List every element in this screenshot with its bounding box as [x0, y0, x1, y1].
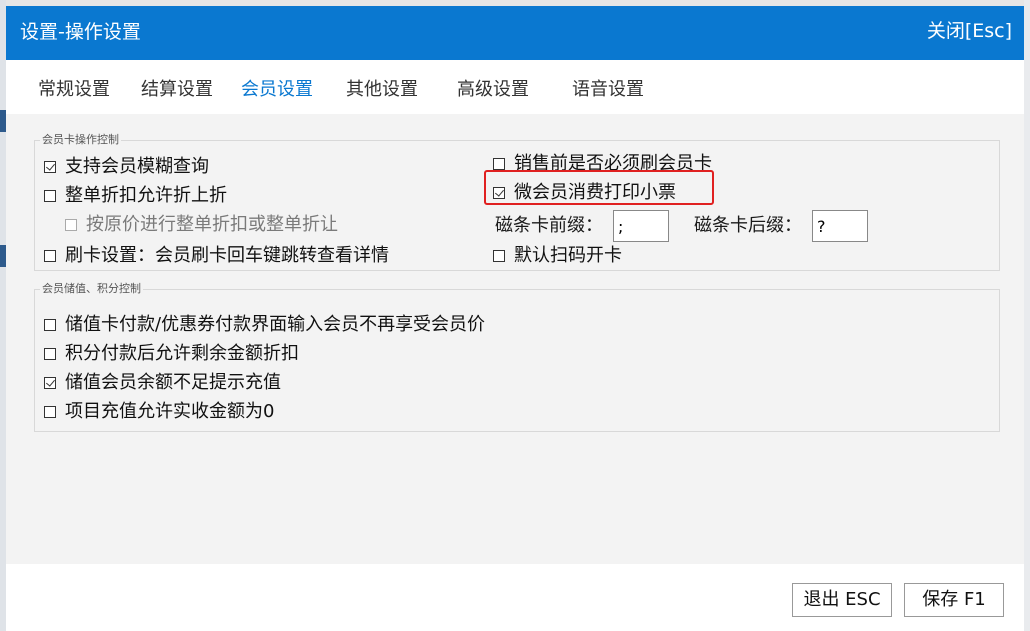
option-stacked-discount[interactable]: 整单折扣允许折上折 — [44, 184, 227, 208]
tab-other[interactable]: 其他设置 — [346, 78, 418, 102]
option-label: 默认扫码开卡 — [514, 245, 622, 266]
value-points-group-title: 会员储值、积分控制 — [40, 282, 143, 296]
checkbox-checked[interactable] — [44, 161, 56, 173]
tab-general[interactable]: 常规设置 — [38, 78, 110, 102]
dialog-footer: 退出 ESC 保存 F1 — [6, 564, 1024, 631]
background-app-right — [1024, 0, 1030, 631]
option-points-remaining-discount[interactable]: 积分付款后允许剩余金额折扣 — [44, 342, 299, 366]
option-recharge-zero-amount[interactable]: 项目充值允许实收金额为0 — [44, 400, 274, 424]
checkbox-unchecked[interactable] — [44, 406, 56, 418]
card-control-group-title: 会员卡操作控制 — [40, 133, 121, 147]
checkbox-disabled[interactable] — [65, 219, 77, 231]
checkbox-unchecked[interactable] — [44, 190, 56, 202]
option-label: 积分付款后允许剩余金额折扣 — [65, 343, 299, 364]
close-button[interactable]: 关闭[Esc] — [927, 19, 1012, 43]
settings-dialog: 设置-操作设置 关闭[Esc] 常规设置 结算设置 会员设置 其他设置 高级设置… — [6, 6, 1024, 631]
option-label: 刷卡设置：会员刷卡回车键跳转查看详情 — [65, 245, 389, 266]
option-low-balance-recharge-prompt[interactable]: 储值会员余额不足提示充值 — [44, 371, 281, 395]
checkbox-unchecked[interactable] — [493, 250, 505, 262]
prefix-label: 磁条卡前缀： — [495, 215, 603, 236]
title-bar: 设置-操作设置 关闭[Esc] — [6, 6, 1024, 60]
checkbox-unchecked[interactable] — [493, 158, 505, 170]
exit-button[interactable]: 退出 ESC — [792, 583, 892, 617]
option-label: 整单折扣允许折上折 — [65, 185, 227, 206]
option-label: 项目充值允许实收金额为0 — [65, 401, 275, 422]
tab-member[interactable]: 会员设置 — [241, 78, 313, 102]
checkbox-unchecked[interactable] — [44, 319, 56, 331]
content-area: 会员卡操作控制 支持会员模糊查询 整单折扣允许折上折 按原价进行整单折扣或整单折… — [6, 114, 1024, 564]
option-label: 支持会员模糊查询 — [65, 156, 209, 177]
suffix-label: 磁条卡后缀： — [694, 215, 802, 236]
checkbox-unchecked[interactable] — [44, 250, 56, 262]
tab-checkout[interactable]: 结算设置 — [141, 78, 213, 102]
option-original-price-discount[interactable]: 按原价进行整单折扣或整单折让 — [65, 213, 338, 237]
red-highlight-box — [484, 170, 714, 205]
save-button[interactable]: 保存 F1 — [904, 583, 1004, 617]
option-swipe-enter-details[interactable]: 刷卡设置：会员刷卡回车键跳转查看详情 — [44, 244, 389, 268]
checkbox-checked[interactable] — [44, 377, 56, 389]
option-stored-value-no-member-price[interactable]: 储值卡付款/优惠券付款界面输入会员不再享受会员价 — [44, 313, 485, 337]
option-label: 储值会员余额不足提示充值 — [65, 372, 281, 393]
option-label: 按原价进行整单折扣或整单折让 — [86, 214, 338, 235]
option-default-scan-open-card[interactable]: 默认扫码开卡 — [493, 244, 622, 268]
dialog-title: 设置-操作设置 — [20, 21, 141, 43]
suffix-input[interactable] — [812, 210, 868, 242]
tab-voice[interactable]: 语音设置 — [572, 78, 644, 102]
option-fuzzy-search[interactable]: 支持会员模糊查询 — [44, 155, 209, 179]
prefix-input[interactable] — [613, 210, 669, 242]
checkbox-unchecked[interactable] — [44, 348, 56, 360]
option-label: 储值卡付款/优惠券付款界面输入会员不再享受会员价 — [65, 314, 486, 335]
tab-advanced[interactable]: 高级设置 — [457, 78, 529, 102]
tab-bar: 常规设置 结算设置 会员设置 其他设置 高级设置 语音设置 — [6, 60, 1024, 114]
